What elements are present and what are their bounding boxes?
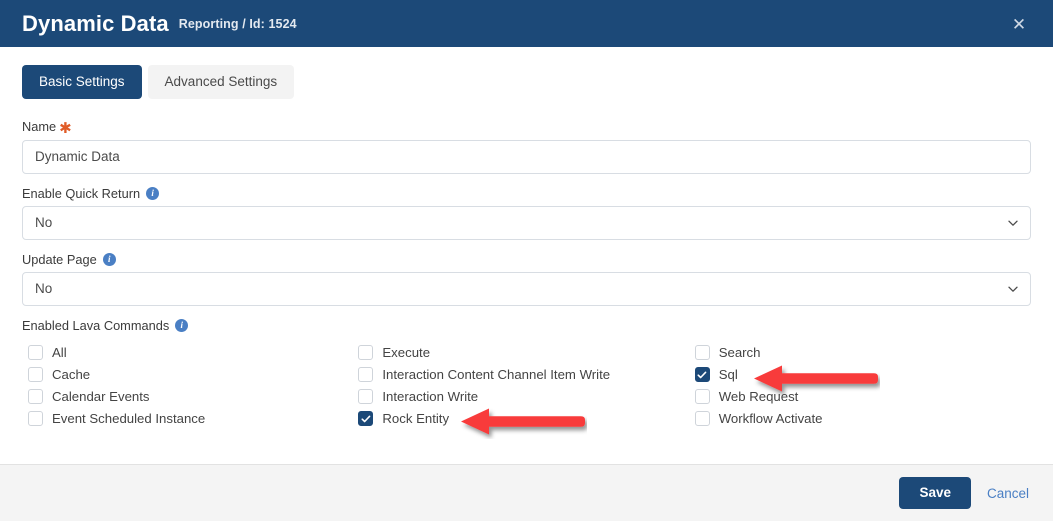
enable-quick-return-label-text: Enable Quick Return [22, 185, 141, 201]
checkbox-item-sql[interactable]: Sql [694, 364, 1031, 386]
checkbox-item-interaction-content-channel-item-write[interactable]: Interaction Content Channel Item Write [358, 364, 694, 386]
breadcrumb: Reporting / Id: 1524 [178, 17, 297, 32]
checkbox-box[interactable] [358, 367, 374, 383]
checkbox-box[interactable] [694, 411, 710, 427]
page-title: Dynamic Data [22, 10, 169, 36]
info-icon[interactable]: i [102, 253, 116, 267]
checkbox-column-2: Execute Interaction Content Channel Item… [358, 342, 694, 430]
field-group-name: Name ✱ [22, 118, 1031, 174]
modal-dialog: Dynamic Data Reporting / Id: 1524 ✕ Basi… [0, 0, 1053, 521]
enable-quick-return-label: Enable Quick Return i [22, 185, 1031, 201]
field-group-enabled-lava-commands: Enabled Lava Commands i All Cache Calend… [22, 317, 1031, 430]
checkbox-box[interactable] [28, 345, 43, 361]
modal-header: Dynamic Data Reporting / Id: 1524 ✕ [0, 0, 1053, 47]
field-group-enable-quick-return: Enable Quick Return i [22, 185, 1031, 240]
enable-quick-return-select-wrap [22, 205, 1031, 240]
checkbox-column-3: Search Sql Web Request Workflow Activate [694, 342, 1031, 430]
tab-basic-settings[interactable]: Basic Settings [22, 65, 142, 99]
lava-commands-checkbox-grid: All Cache Calendar Events Event Schedule… [22, 342, 1031, 430]
checkbox-box[interactable] [28, 367, 43, 383]
update-page-select[interactable] [22, 271, 1031, 306]
update-page-label-text: Update Page [22, 251, 97, 267]
checkbox-item-rock-entity[interactable]: Rock Entity [358, 408, 694, 430]
checkbox-item-search[interactable]: Search [694, 342, 1031, 364]
info-icon[interactable]: i [146, 187, 160, 201]
checkbox-box[interactable] [358, 411, 374, 427]
checkbox-box[interactable] [694, 389, 710, 405]
cancel-button[interactable]: Cancel [985, 482, 1031, 505]
tab-bar: Basic Settings Advanced Settings [22, 65, 1031, 99]
checkbox-item-event-scheduled-instance[interactable]: Event Scheduled Instance [28, 408, 358, 430]
checkbox-box[interactable] [28, 411, 43, 427]
checkbox-label: Sql [718, 367, 738, 383]
save-button[interactable]: Save [899, 476, 971, 510]
enable-quick-return-select[interactable] [22, 205, 1031, 240]
checkbox-label: Web Request [718, 389, 799, 405]
name-label-text: Name [22, 118, 57, 134]
enabled-lava-commands-label-text: Enabled Lava Commands [22, 317, 170, 333]
checkbox-label: Rock Entity [382, 411, 450, 427]
required-indicator-icon: ✱ [59, 119, 72, 137]
checkbox-label: Search [718, 345, 761, 361]
name-input[interactable] [22, 139, 1031, 174]
checkbox-label: Interaction Content Channel Item Write [382, 367, 611, 383]
checkbox-box[interactable] [358, 345, 374, 361]
close-icon[interactable]: ✕ [1009, 14, 1029, 34]
checkbox-box[interactable] [694, 345, 710, 361]
checkbox-label: Execute [382, 345, 431, 361]
checkbox-item-calendar-events[interactable]: Calendar Events [28, 386, 358, 408]
checkbox-label: Calendar Events [52, 389, 150, 405]
update-page-select-wrap [22, 271, 1031, 306]
checkbox-item-interaction-write[interactable]: Interaction Write [358, 386, 694, 408]
checkbox-item-workflow-activate[interactable]: Workflow Activate [694, 408, 1031, 430]
checkbox-item-cache[interactable]: Cache [28, 364, 358, 386]
update-page-label: Update Page i [22, 251, 1031, 267]
checkbox-label: All [52, 345, 67, 361]
checkbox-box[interactable] [28, 389, 43, 405]
field-group-update-page: Update Page i [22, 251, 1031, 306]
checkbox-label: Interaction Write [382, 389, 479, 405]
checkbox-label: Workflow Activate [718, 411, 823, 427]
check-icon [697, 371, 707, 378]
checkbox-item-web-request[interactable]: Web Request [694, 386, 1031, 408]
checkbox-column-1: All Cache Calendar Events Event Schedule… [22, 342, 358, 430]
checkbox-box[interactable] [694, 367, 710, 383]
info-icon[interactable]: i [175, 319, 189, 333]
tab-advanced-settings[interactable]: Advanced Settings [147, 65, 295, 99]
checkbox-box[interactable] [358, 389, 374, 405]
modal-body: Basic Settings Advanced Settings Name ✱ … [0, 47, 1053, 464]
enabled-lava-commands-label: Enabled Lava Commands i [22, 317, 1031, 333]
name-label: Name ✱ [22, 118, 1031, 137]
checkbox-item-execute[interactable]: Execute [358, 342, 694, 364]
checkbox-label: Cache [52, 367, 91, 383]
modal-footer: Save Cancel [0, 464, 1053, 521]
check-icon [361, 415, 371, 422]
checkbox-label: Event Scheduled Instance [52, 411, 206, 427]
checkbox-item-all[interactable]: All [28, 342, 358, 364]
